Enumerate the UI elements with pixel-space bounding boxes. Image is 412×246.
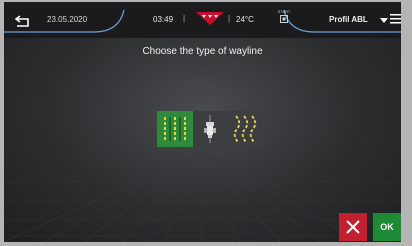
- curved-lines-icon: [233, 115, 257, 143]
- straight-lines-icon: [164, 117, 186, 141]
- status-info: 03:49 | | 24°C START: [139, 9, 314, 27]
- separator: |: [183, 14, 186, 23]
- top-bar: 23.05.2020 03:49 | | 24°C START Profil A…: [4, 2, 401, 38]
- wayline-option-curved[interactable]: [227, 111, 263, 147]
- wayline-option-single[interactable]: [192, 111, 228, 147]
- date-display: 23.05.2020: [47, 15, 88, 24]
- start-indicator[interactable]: START: [275, 9, 293, 27]
- chevron-down-icon[interactable]: [380, 18, 388, 23]
- screen: 23.05.2020 03:49 | | 24°C START Profil A…: [4, 2, 401, 242]
- tractor-line-icon: [204, 115, 216, 143]
- wayline-option-straight[interactable]: [157, 111, 193, 147]
- start-record-icon: [280, 15, 288, 23]
- ok-label: OK: [380, 222, 394, 232]
- temperature-display: 24°C: [236, 15, 254, 24]
- time-display: 03:49: [153, 15, 174, 24]
- page-title: Choose the type of wayline: [142, 46, 263, 57]
- start-label: START: [277, 9, 291, 14]
- brand-logo-icon: [196, 12, 224, 25]
- hamburger-menu-icon[interactable]: [390, 13, 401, 25]
- close-icon: [346, 220, 360, 234]
- profile-selector[interactable]: Profil ABL: [329, 15, 368, 24]
- cancel-button[interactable]: [339, 213, 367, 241]
- back-arrow-icon[interactable]: [14, 14, 32, 28]
- separator: |: [228, 14, 231, 23]
- ok-button[interactable]: OK: [373, 213, 401, 241]
- wayline-type-selector: [157, 111, 263, 147]
